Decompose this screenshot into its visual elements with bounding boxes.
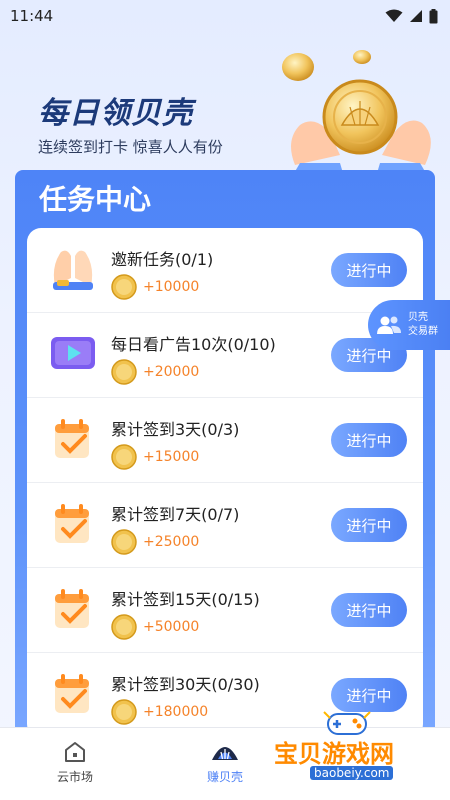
list-item: 累计签到3天(0/3) +15000 进行中 (27, 398, 423, 483)
reward: +180000 (111, 699, 208, 725)
coin-icon (111, 359, 137, 385)
task-status-button[interactable]: 进行中 (331, 678, 407, 712)
status-icons (385, 8, 438, 24)
task-center-panel: 任务中心 邀新任务(0/1) +10000 进行中 每日看广告10次(0/10)… (15, 170, 435, 738)
coin-icon (111, 274, 137, 300)
reward: +50000 (111, 614, 199, 640)
reward: +25000 (111, 529, 199, 555)
battery-icon (429, 8, 438, 23)
task-name: 累计签到3天(0/3) (111, 420, 240, 439)
calendar-check-icon (55, 674, 89, 713)
users-icon (377, 316, 401, 334)
task-name: 每日看广告10次(0/10) (111, 335, 276, 354)
watermark-text: 宝贝游戏网 (274, 740, 394, 768)
panel-title: 任务中心 (39, 183, 152, 216)
reward-amount: +10000 (143, 279, 200, 295)
list-item: 累计签到15天(0/15) +50000 进行中 (27, 568, 423, 653)
task-name: 邀新任务(0/1) (111, 250, 214, 269)
video-play-icon (51, 337, 95, 369)
tab-cloud-market[interactable]: 云市场 (25, 736, 125, 785)
calendar-check-icon (55, 589, 89, 628)
coin-icon (111, 699, 137, 725)
shell-icon (212, 747, 238, 760)
task-status-button[interactable]: 进行中 (331, 253, 407, 287)
task-name: 累计签到30天(0/30) (111, 675, 260, 694)
reward-amount: +15000 (143, 449, 200, 465)
wifi-icon (385, 9, 403, 22)
watermark-logo: 宝贝游戏网 baobeiy.com (262, 708, 442, 794)
watermark-url: baobeiy.com (310, 766, 394, 780)
reward-amount: +25000 (143, 534, 200, 550)
hero-title: 每日领贝壳 (38, 96, 193, 131)
float-label-line2: 交易群 (408, 326, 438, 337)
reward-amount: +180000 (143, 704, 209, 720)
reward: +20000 (111, 359, 199, 385)
reward-amount: +50000 (143, 619, 200, 635)
calendar-check-icon (55, 504, 89, 543)
task-status-button[interactable]: 进行中 (331, 423, 407, 457)
task-status-button[interactable]: 进行中 (331, 508, 407, 542)
list-item: 邀新任务(0/1) +10000 进行中 (27, 228, 423, 313)
list-item: 累计签到7天(0/7) +25000 进行中 (27, 483, 423, 568)
float-label: 贝壳 交易群 (408, 311, 438, 339)
coin-icon (111, 444, 137, 470)
status-bar: 11:44 (0, 0, 450, 32)
reward: +10000 (111, 274, 199, 300)
coin-icon (111, 614, 137, 640)
hero-subtitle: 连续签到打卡 惊喜人人有份 (38, 138, 223, 156)
shell-trading-group-button[interactable]: 贝壳 交易群 (368, 300, 450, 350)
float-label-line1: 贝壳 (408, 312, 428, 323)
home-icon (65, 742, 85, 762)
hands-icon (53, 250, 93, 290)
tab-label: 赚贝壳 (206, 770, 243, 784)
reward: +15000 (111, 444, 199, 470)
list-item: 每日看广告10次(0/10) +20000 进行中 (27, 313, 423, 398)
task-list: 邀新任务(0/1) +10000 进行中 每日看广告10次(0/10) +200… (27, 228, 423, 738)
tab-earn-shells[interactable]: 赚贝壳 (175, 736, 275, 785)
hands-holding-coin-icon (282, 50, 431, 180)
coin-icon (111, 529, 137, 555)
task-name: 累计签到15天(0/15) (111, 590, 260, 609)
signal-icon (410, 10, 422, 22)
tab-label: 云市场 (56, 770, 93, 784)
task-name: 累计签到7天(0/7) (111, 505, 240, 524)
task-status-button[interactable]: 进行中 (331, 593, 407, 627)
calendar-check-icon (55, 419, 89, 458)
status-time: 11:44 (10, 7, 54, 25)
reward-amount: +20000 (143, 364, 200, 380)
